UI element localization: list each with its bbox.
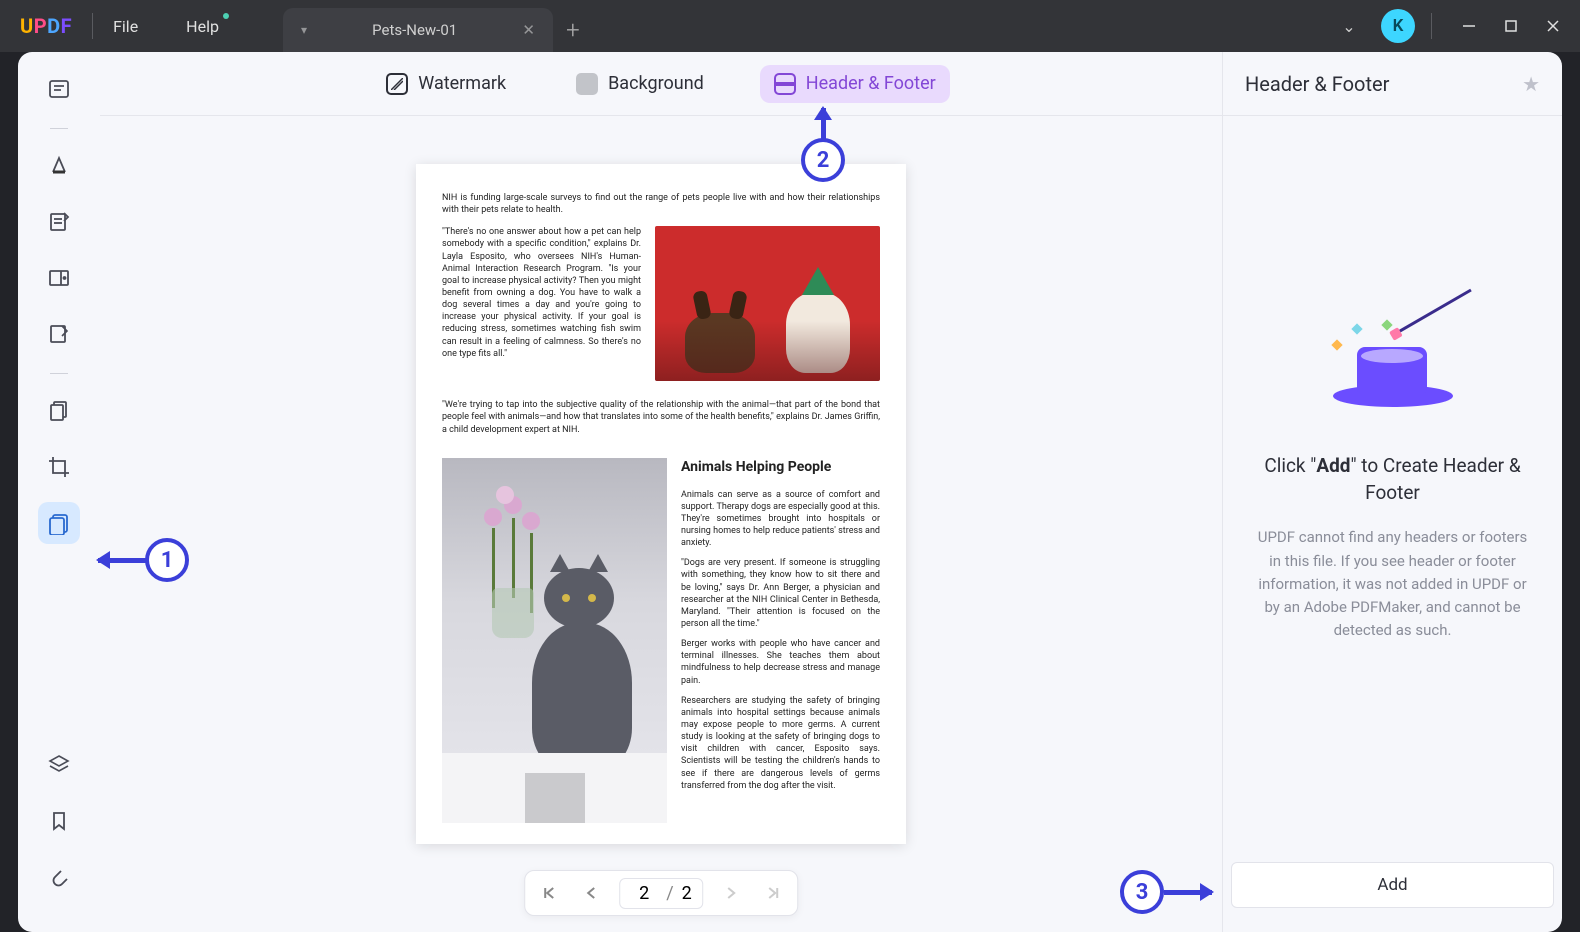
background-icon [576,73,598,95]
tab-label: Watermark [418,73,506,94]
annotation-callout-3: 3 [1120,870,1164,914]
doc-text: "There's no one answer about how a pet c… [442,226,641,360]
doc-text: Animals can serve as a source of comfort… [681,489,880,550]
divider [1431,13,1432,39]
form-tool-icon[interactable] [38,313,80,355]
menu-file[interactable]: File [113,17,138,36]
highlight-tool-icon[interactable] [38,145,80,187]
doc-text: "Dogs are very present. If someone is st… [681,557,880,630]
close-icon[interactable]: ✕ [522,21,535,39]
attachment-icon[interactable] [38,856,80,898]
header-footer-icon [774,73,796,95]
menu-help[interactable]: Help [186,17,219,36]
separator [50,373,68,374]
tab-background[interactable]: Background [562,65,718,103]
tab-header-footer[interactable]: Header & Footer [760,65,950,103]
reader-tool-icon[interactable] [38,68,80,110]
close-window-button[interactable] [1532,10,1574,42]
annotation-arrow-icon [1164,890,1212,895]
page-input-wrap: / 2 [619,878,703,909]
add-button[interactable]: Add [1231,862,1554,908]
tab-watermark[interactable]: Watermark [372,65,520,103]
doc-text: Berger works with people who have cancer… [681,638,880,687]
star-icon[interactable]: ★ [1522,72,1540,96]
next-page-button[interactable] [717,879,745,907]
minimize-button[interactable] [1448,10,1490,42]
canvas[interactable]: NIH is funding large-scale surveys to fi… [100,116,1222,932]
divider [92,13,93,39]
tabs-area: ▾ Pets-New-01 ✕ + [283,0,1333,52]
document-page: NIH is funding large-scale surveys to fi… [416,164,906,844]
crop-tool-icon[interactable] [38,446,80,488]
chevron-down-icon[interactable]: ⌄ [1333,10,1365,42]
user-avatar[interactable]: K [1381,9,1415,43]
doc-heading: Animals Helping People [681,458,880,477]
doc-text: Researchers are studying the safety of b… [681,695,880,792]
prev-page-button[interactable] [577,879,605,907]
right-panel-header: Header & Footer ★ [1223,52,1562,116]
title-bar: UPDF File Help ▾ Pets-New-01 ✕ + ⌄ K [0,0,1580,52]
page-number-input[interactable] [630,883,658,904]
right-panel: Header & Footer ★ Click "Add" to Create … [1222,52,1562,932]
doc-image-cat [442,458,667,823]
notification-dot-icon [223,13,229,19]
tab-label: Background [608,73,704,94]
right-panel-title: Header & Footer [1245,72,1389,96]
annotation-callout-2: 2 [801,138,845,182]
window-controls: ⌄ K [1333,9,1574,43]
separator [50,128,68,129]
maximize-button[interactable] [1490,10,1532,42]
page-tools-icon[interactable] [38,502,80,544]
edit-tool-icon[interactable] [38,201,80,243]
tab-title: Pets-New-01 [323,21,506,39]
watermark-icon [386,73,408,95]
first-page-button[interactable] [535,879,563,907]
document-tab[interactable]: ▾ Pets-New-01 ✕ [283,8,553,52]
app-shell: Watermark Background Header & Footer NIH… [18,52,1562,932]
page-tools-tabs: Watermark Background Header & Footer [100,52,1222,116]
new-tab-button[interactable]: + [553,8,593,52]
page-total: 2 [682,883,692,904]
page-separator: / [666,883,673,904]
right-panel-instruction: Click "Add" to Create Header & Footer [1253,453,1532,506]
left-sidebar [18,52,100,932]
doc-text: "We're trying to tap into the subjective… [442,399,880,435]
right-panel-footer: Add [1223,844,1562,932]
tab-label: Header & Footer [806,73,936,94]
doc-image-dogs [655,226,880,381]
annotation-callout-1: 1 [145,538,189,582]
tab-dropdown-icon[interactable]: ▾ [301,23,307,37]
right-panel-body: Click "Add" to Create Header & Footer UP… [1223,116,1562,844]
annotation-arrow-icon [821,108,826,140]
content-area: Watermark Background Header & Footer NIH… [100,52,1222,932]
doc-text: NIH is funding large-scale surveys to fi… [442,192,880,216]
bookmark-icon[interactable] [38,800,80,842]
last-page-button[interactable] [759,879,787,907]
app-logo: UPDF [20,14,72,38]
magic-hat-icon [1323,317,1463,427]
page-navigator: / 2 [524,870,798,916]
pages-tool-icon[interactable] [38,390,80,432]
right-panel-description: UPDF cannot find any headers or footers … [1253,526,1532,642]
annotation-arrow-icon [98,558,146,563]
organize-tool-icon[interactable] [38,257,80,299]
layers-icon[interactable] [38,744,80,786]
